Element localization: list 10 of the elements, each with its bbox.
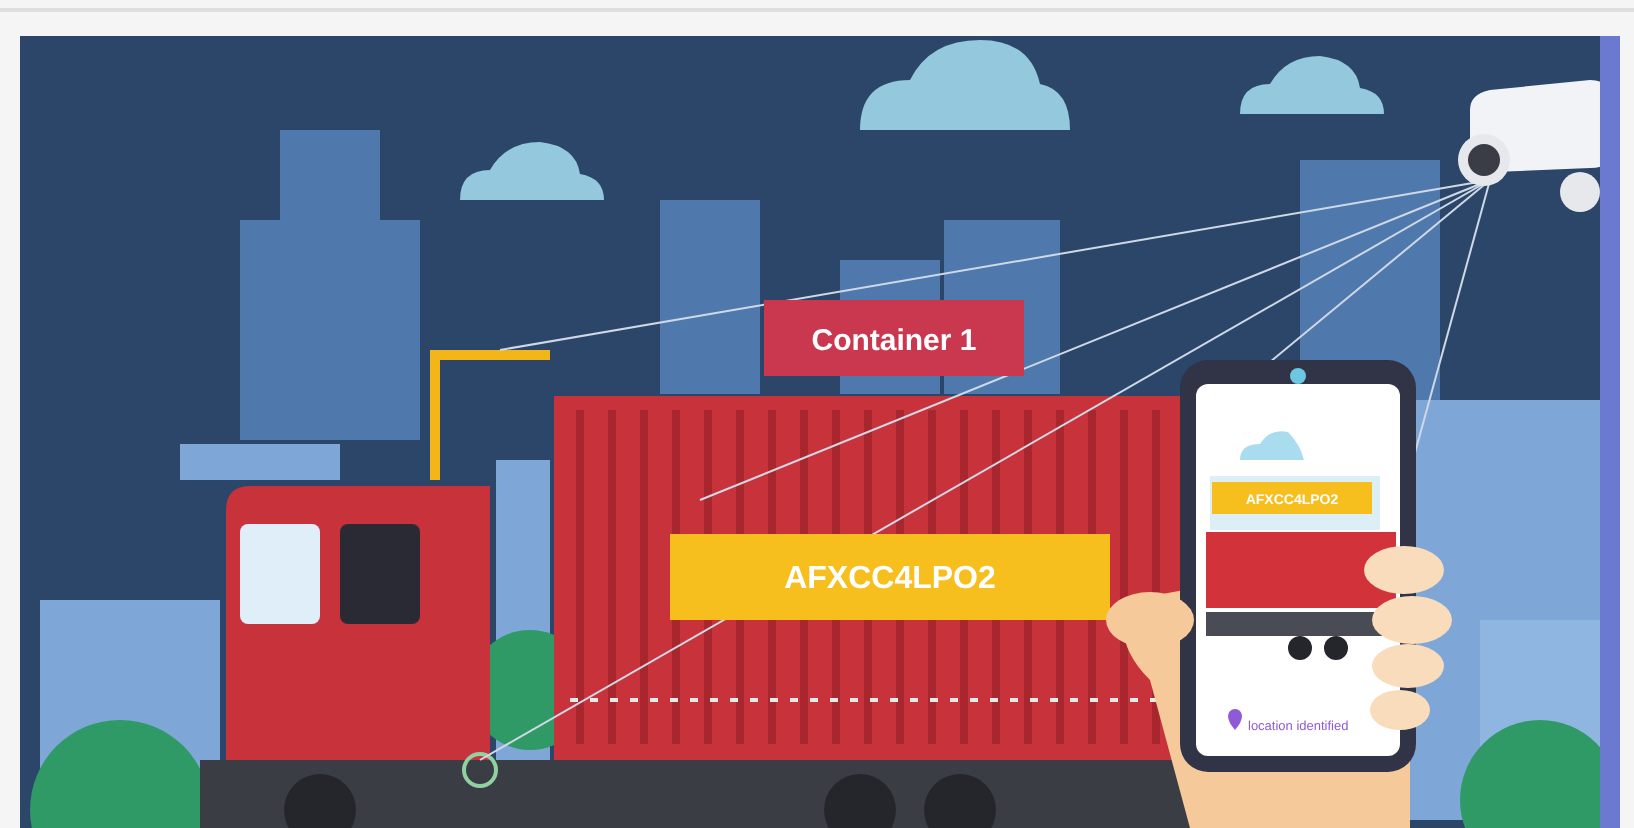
cloud-drawing [1240,56,1384,114]
container-label-badge: Container 1 [764,300,1024,376]
wheel-drawing [824,774,896,828]
wheel-drawing [284,774,356,828]
wheel-drawing [924,774,996,828]
container-code-plate: AFXCC4LPO2 [670,534,1110,620]
location-pin-icon [1228,709,1242,730]
ring-marker-icon [462,752,498,788]
cloud-drawing [460,142,604,200]
pole-drawing [430,350,550,480]
